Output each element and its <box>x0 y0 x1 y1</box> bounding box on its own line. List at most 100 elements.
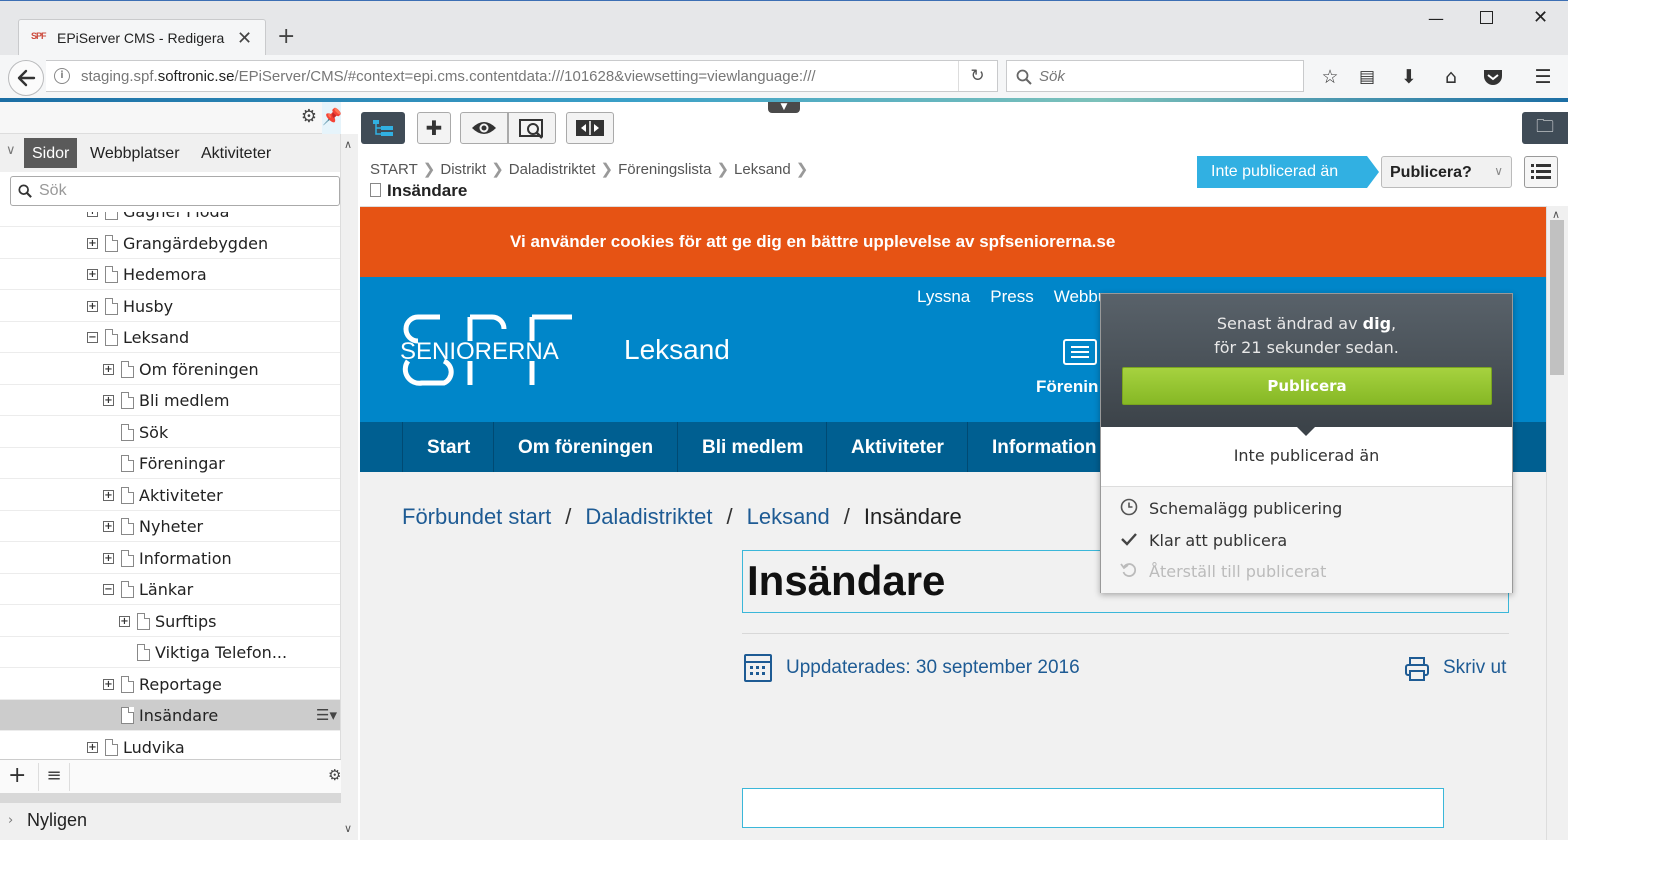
breadcrumb-item[interactable]: START <box>370 161 418 178</box>
expand-icon[interactable]: + <box>87 212 98 217</box>
site-nav-item[interactable]: Start <box>402 422 494 472</box>
home-icon[interactable]: ⌂ <box>1436 62 1466 92</box>
tree-item[interactable]: Föreningar <box>0 448 340 479</box>
expand-icon[interactable]: + <box>103 489 114 501</box>
tree-item[interactable]: + Om föreningen <box>0 354 340 385</box>
toggle-tree-button[interactable] <box>361 112 405 144</box>
minimize-icon[interactable]: — <box>1428 9 1444 28</box>
add-page-icon[interactable]: + <box>8 763 26 788</box>
downloads-icon[interactable]: ⬇ <box>1394 62 1424 92</box>
close-tab-icon[interactable]: ✕ <box>237 28 252 49</box>
expand-icon[interactable]: + <box>103 552 114 564</box>
collapse-icon[interactable]: − <box>103 584 114 595</box>
expand-icon[interactable]: + <box>87 269 98 280</box>
site-breadcrumb-link[interactable]: Förbundet start <box>402 504 551 529</box>
preview-scroll-thumb[interactable] <box>1550 220 1564 375</box>
preview-button[interactable] <box>460 112 508 144</box>
tree-item[interactable]: + Ludvika <box>0 732 340 758</box>
maximize-icon[interactable] <box>1480 11 1493 24</box>
tree-item[interactable]: + Grangärdebygden <box>0 228 340 259</box>
hamburger-menu-icon[interactable]: ☰ <box>1528 62 1558 92</box>
tree-item[interactable]: + Reportage <box>0 669 340 700</box>
tree-item[interactable]: + Gagnef Floda <box>0 212 340 227</box>
expand-icon[interactable]: + <box>103 521 114 532</box>
assets-pane-button[interactable]: 🗀 <box>1522 112 1568 144</box>
tree-search-input[interactable]: Sök <box>10 176 340 206</box>
browser-tab[interactable]: SPF EPiServer CMS - Redigera ✕ <box>18 19 266 57</box>
chevron-down-icon[interactable]: ∨ <box>6 143 16 158</box>
breadcrumb-item[interactable]: Leksand <box>734 161 791 178</box>
expand-icon[interactable]: + <box>87 237 98 249</box>
expand-icon[interactable]: + <box>87 300 98 312</box>
browser-search-bar[interactable]: Sök <box>1006 60 1304 92</box>
expand-icon[interactable]: + <box>87 741 98 753</box>
top-link-press[interactable]: Press <box>990 287 1033 306</box>
tab-aktiviteter[interactable]: Aktiviteter <box>193 138 279 168</box>
pin-icon[interactable]: 📌 <box>322 102 342 134</box>
site-breadcrumb-link[interactable]: Leksand <box>747 504 830 529</box>
site-nav-item[interactable]: Aktiviteter <box>826 422 968 472</box>
tab-webbplatser[interactable]: Webbplatser <box>82 138 188 168</box>
tree-item[interactable]: Insändare ☰▾ <box>0 700 340 731</box>
back-button[interactable] <box>8 60 44 96</box>
tree-scrollbar[interactable]: ∧ ∨ <box>340 134 358 840</box>
printer-icon[interactable] <box>1404 656 1430 682</box>
view-settings-button[interactable] <box>1524 156 1558 188</box>
expand-icon[interactable]: + <box>119 615 130 627</box>
site-nav-item[interactable]: Om föreningen <box>493 422 677 472</box>
tree-menu-icon[interactable]: ≡ <box>38 763 70 791</box>
gear-icon[interactable]: ⚙ <box>297 106 321 130</box>
bookmark-star-icon[interactable]: ☆ <box>1315 62 1345 92</box>
url-bar[interactable]: i staging.spf.softronic.se/EPiServer/CMS… <box>46 60 998 92</box>
publish-menu-button[interactable]: Publicera? ∨ <box>1381 156 1512 188</box>
top-link-lyssna[interactable]: Lyssna <box>917 287 970 306</box>
toggle-header-icon[interactable]: ▼ <box>768 102 800 113</box>
expand-icon[interactable]: + <box>103 363 114 375</box>
expand-icon[interactable]: + <box>103 395 114 406</box>
add-content-button[interactable]: ✚ <box>417 112 451 144</box>
tree-item[interactable]: + Husby <box>0 291 340 322</box>
new-tab-icon[interactable]: + <box>277 24 295 49</box>
print-link[interactable]: Skriv ut <box>1443 657 1506 679</box>
tree-item[interactable]: Sök <box>0 417 340 448</box>
tree-item[interactable]: + Hedemora <box>0 259 340 290</box>
collapse-icon[interactable]: − <box>87 332 98 343</box>
scroll-down-icon[interactable]: ∨ <box>344 822 352 835</box>
site-top-links: Lyssna Press Webbu <box>917 287 1127 307</box>
close-window-icon[interactable]: ✕ <box>1533 7 1548 28</box>
expand-icon[interactable]: + <box>103 678 114 690</box>
page-preview-frame[interactable]: Vi använder cookies för att ge dig en bä… <box>360 206 1550 840</box>
breadcrumb-item[interactable]: Distrikt <box>440 161 486 178</box>
tree-item[interactable]: + Surftips <box>0 606 340 637</box>
tree-item[interactable]: + Aktiviteter <box>0 480 340 511</box>
pocket-icon[interactable] <box>1478 62 1508 92</box>
context-menu-icon[interactable]: ☰▾ <box>316 706 337 724</box>
tree-item[interactable]: + Information <box>0 543 340 574</box>
tree-item[interactable]: + Bli medlem <box>0 385 340 416</box>
breadcrumb-item[interactable]: Föreningslista <box>618 161 711 178</box>
content-edit-box[interactable] <box>742 788 1444 828</box>
scroll-up-icon[interactable]: ∧ <box>344 138 352 151</box>
spf-logo[interactable]: SENIORERNA <box>400 313 575 388</box>
site-menu-icon[interactable] <box>1063 339 1097 365</box>
breadcrumb-item[interactable]: Daladistriktet <box>509 161 596 178</box>
pane-splitter[interactable] <box>0 793 341 803</box>
site-breadcrumb-link[interactable]: Daladistriktet <box>585 504 712 529</box>
settings-icon[interactable]: ⚙ <box>328 766 341 784</box>
publish-button[interactable]: Publicera <box>1122 367 1492 405</box>
site-info-icon[interactable]: i <box>54 68 70 84</box>
compare-view-button[interactable] <box>508 112 556 144</box>
schedule-publish-item[interactable]: Schemalägg publicering <box>1101 493 1512 525</box>
site-nav-item[interactable]: Bli medlem <box>677 422 827 472</box>
tree-item[interactable]: − Länkar <box>0 574 340 605</box>
compare-button[interactable] <box>566 112 614 144</box>
recent-section[interactable]: › Nyligen <box>0 803 341 840</box>
tree-item[interactable]: + Nyheter <box>0 511 340 542</box>
reading-list-icon[interactable]: ▤ <box>1352 62 1382 92</box>
site-nav-item[interactable]: Information <box>967 422 1121 472</box>
tab-sidor[interactable]: Sidor <box>24 138 78 168</box>
reload-icon[interactable]: ↻ <box>958 61 996 91</box>
tree-item[interactable]: Viktiga Telefon... <box>0 637 340 668</box>
tree-item[interactable]: − Leksand <box>0 322 340 353</box>
ready-to-publish-item[interactable]: Klar att publicera <box>1101 525 1512 557</box>
